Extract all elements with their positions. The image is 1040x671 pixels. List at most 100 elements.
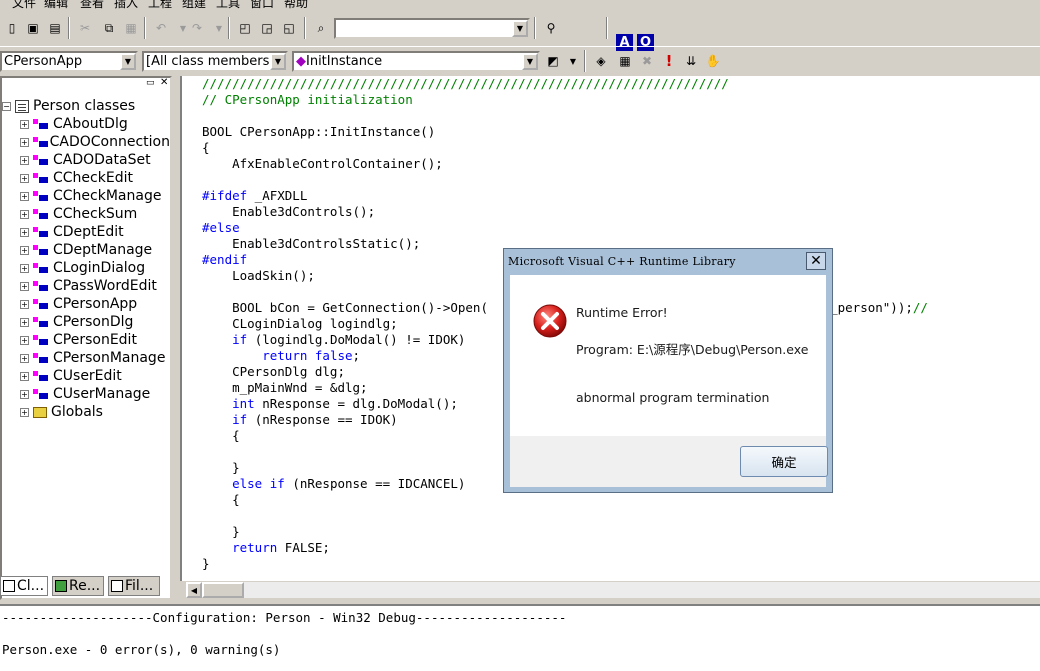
menu-project[interactable]: 工程 (148, 0, 172, 10)
expand-icon[interactable]: + (20, 371, 29, 381)
menu-file[interactable]: 文件 (12, 0, 36, 10)
tab-resourceview[interactable]: Re... (52, 576, 104, 596)
expand-icon[interactable]: + (20, 191, 29, 201)
expand-icon[interactable]: + (20, 407, 29, 417)
expand-icon[interactable]: + (20, 155, 29, 165)
chevron-down-icon[interactable]: ▼ (522, 53, 538, 70)
code-line[interactable]: // CPersonApp initialization (202, 92, 928, 108)
collapse-icon[interactable]: − (2, 101, 11, 111)
code-line[interactable]: ////////////////////////////////////////… (202, 76, 928, 92)
cut-icon[interactable]: ✂ (74, 17, 96, 39)
expand-icon[interactable]: + (20, 389, 29, 399)
tree-item-class[interactable]: + CCheckSum (2, 205, 170, 223)
expand-icon[interactable]: + (20, 263, 29, 273)
menu-edit[interactable]: 编辑 (44, 0, 68, 10)
expand-icon[interactable]: + (20, 227, 29, 237)
class-combo[interactable]: CPersonApp ▼ (0, 51, 138, 72)
wizard-action-dropdown-icon[interactable]: ▼ (562, 50, 584, 72)
workspace-toggle-icon[interactable]: ◰ (234, 17, 256, 39)
editor-horizontal-scrollbar[interactable]: ◀ (182, 581, 1040, 598)
tree-item-class[interactable]: + CPersonApp (2, 295, 170, 313)
chevron-down-icon[interactable]: ▼ (120, 53, 136, 70)
code-line[interactable]: Enable3dControls();​ (202, 204, 928, 220)
tree-item-class[interactable]: + CPassWordEdit (2, 277, 170, 295)
copy-icon[interactable]: ⧉ (98, 17, 120, 39)
breakpoint-hand-icon[interactable]: ✋ (702, 50, 724, 72)
tree-item-class[interactable]: + CCheckManage (2, 187, 170, 205)
expand-icon[interactable]: + (20, 209, 29, 219)
chevron-down-icon[interactable]: ▼ (512, 20, 528, 37)
member-combo[interactable]: ◆InitInstance ▼ (292, 51, 540, 72)
execute-icon[interactable]: ! (658, 50, 680, 72)
tab-fileview[interactable]: Fil... (108, 576, 160, 596)
expand-icon[interactable]: + (20, 119, 29, 129)
redo-dropdown-icon[interactable]: ▼ (208, 17, 230, 39)
tree-item-class[interactable]: + CPersonDlg (2, 313, 170, 331)
expand-icon[interactable]: + (20, 245, 29, 255)
save-icon[interactable]: ▣ (22, 17, 44, 39)
menu-build[interactable]: 组建 (182, 0, 206, 10)
tree-item-class[interactable]: + CAboutDlg (2, 115, 170, 133)
tree-item-class[interactable]: + CDeptManage (2, 241, 170, 259)
tree-item-class[interactable]: + CPersonManage (2, 349, 170, 367)
menu-view[interactable]: 查看 (80, 0, 104, 10)
menu-tools[interactable]: 工具 (216, 0, 240, 10)
tree-item-class[interactable]: + CCheckEdit (2, 169, 170, 187)
workspace-restore-icon[interactable]: ▭ (146, 78, 158, 90)
expand-icon[interactable]: + (20, 281, 29, 291)
save-all-icon[interactable]: ▤ (44, 17, 66, 39)
code-line[interactable]: ​ (202, 108, 928, 124)
expand-icon[interactable]: + (20, 335, 29, 345)
output-toggle-icon[interactable]: ◲ (256, 17, 278, 39)
chevron-down-icon[interactable]: ▼ (270, 53, 286, 70)
stop-build-icon[interactable]: ✖ (636, 50, 658, 72)
code-line[interactable]: }​ (202, 556, 928, 572)
wizard-action-icon[interactable]: ◩ (542, 50, 564, 72)
build-icon[interactable]: ▦ (614, 50, 636, 72)
compile-icon[interactable]: ◈ (590, 50, 612, 72)
code-line[interactable]: {​ (202, 492, 928, 508)
redo-icon[interactable]: ↷ (186, 17, 208, 39)
code-line[interactable]: #ifdef _AFXDLL (202, 188, 928, 204)
scrollbar-thumb[interactable] (202, 582, 244, 598)
code-line[interactable]: BOOL CPersonApp::InitInstance()​ (202, 124, 928, 140)
paste-icon[interactable]: ▦ (120, 17, 142, 39)
find-in-files-icon[interactable]: ⌕ (310, 17, 332, 39)
tree-item-class[interactable]: + CADODataSet (2, 151, 170, 169)
expand-icon[interactable]: + (20, 299, 29, 309)
expand-icon[interactable]: + (20, 353, 29, 363)
expand-icon[interactable]: + (20, 317, 29, 327)
code-line[interactable]: }​ (202, 524, 928, 540)
code-line[interactable]: {​ (202, 140, 928, 156)
ok-button[interactable]: 确定 (740, 446, 828, 477)
expand-icon[interactable]: + (20, 137, 29, 147)
tab-classview[interactable]: Cl... (0, 576, 48, 596)
code-line[interactable]: AfxEnableControlContainer();​ (202, 156, 928, 172)
menu-insert[interactable]: 插入 (114, 0, 138, 10)
scroll-left-icon[interactable]: ◀ (186, 582, 202, 598)
tree-root[interactable]: − Person classes (2, 97, 170, 115)
window-list-icon[interactable]: ◱ (278, 17, 300, 39)
menu-window[interactable]: 窗口 (250, 0, 274, 10)
tree-item-class[interactable]: + CLoginDialog (2, 259, 170, 277)
tree-item-globals[interactable]: + Globals (2, 403, 170, 421)
tree-item-class[interactable]: + CUserEdit (2, 367, 170, 385)
code-line[interactable]: #else (202, 220, 928, 236)
tree-item-class[interactable]: + CUserManage (2, 385, 170, 403)
go-icon[interactable]: ⇊ (680, 50, 702, 72)
filter-combo[interactable]: [All class members] ▼ (142, 51, 288, 72)
code-line[interactable]: ​ (202, 508, 928, 524)
expand-icon[interactable]: + (20, 173, 29, 183)
scrollbar-track[interactable] (244, 582, 1040, 598)
tree-item-class[interactable]: + CADOConnection (2, 133, 170, 151)
tree-item-class[interactable]: + CPersonEdit (2, 331, 170, 349)
tree-item-class[interactable]: + CDeptEdit (2, 223, 170, 241)
new-file-icon[interactable]: ▯ (1, 17, 23, 39)
undo-icon[interactable]: ↶ (150, 17, 172, 39)
workspace-close-icon[interactable]: ✕ (160, 78, 172, 90)
find-combo[interactable]: ▼ (334, 18, 530, 39)
menu-help[interactable]: 帮助 (284, 0, 308, 10)
close-icon[interactable]: ✕ (806, 252, 826, 270)
code-line[interactable]: return FALSE; (202, 540, 928, 556)
code-line[interactable]: ​ (202, 172, 928, 188)
